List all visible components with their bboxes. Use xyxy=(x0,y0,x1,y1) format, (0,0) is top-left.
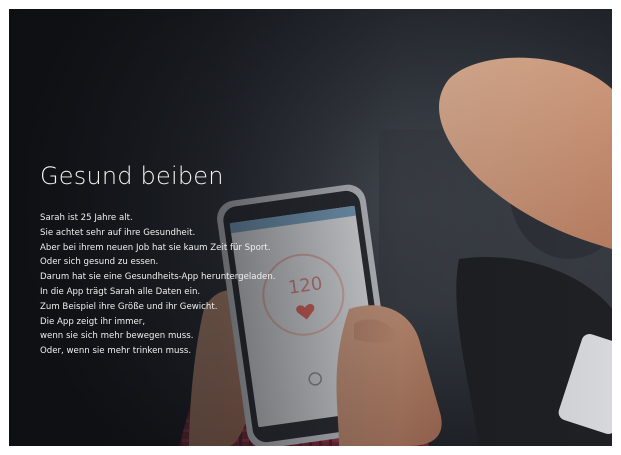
slide-frame: 120 Gesund beiben Sarah ist 25 Jahre alt… xyxy=(9,9,612,446)
story-line: Darum hat sie eine Gesundheits-App herun… xyxy=(40,272,276,283)
story-line: Oder, wenn sie mehr trinken muss. xyxy=(40,346,192,357)
story-line: Die App zeigt ihr immer, xyxy=(40,316,146,327)
text-block: Gesund beiben Sarah ist 25 Jahre alt. Si… xyxy=(40,161,370,359)
story-line: wenn sie sich mehr bewegen muss. xyxy=(40,331,194,342)
story-line: Sie achtet sehr auf ihre Gesundheit. xyxy=(40,227,196,238)
story-line: Sarah ist 25 Jahre alt. xyxy=(40,213,133,223)
story-line: In die App trägt Sarah alle Daten ein. xyxy=(40,286,201,297)
story-line: Aber bei ihrem neuen Job hat sie kaum Ze… xyxy=(40,242,271,253)
story-text: Sarah ist 25 Jahre alt. Sie achtet sehr … xyxy=(40,211,370,359)
story-line: Zum Beispiel ihre Größe und ihr Gewicht. xyxy=(40,301,218,312)
slide-title: Gesund beiben xyxy=(40,162,224,190)
story-line: Oder sich gesund zu essen. xyxy=(40,257,159,268)
